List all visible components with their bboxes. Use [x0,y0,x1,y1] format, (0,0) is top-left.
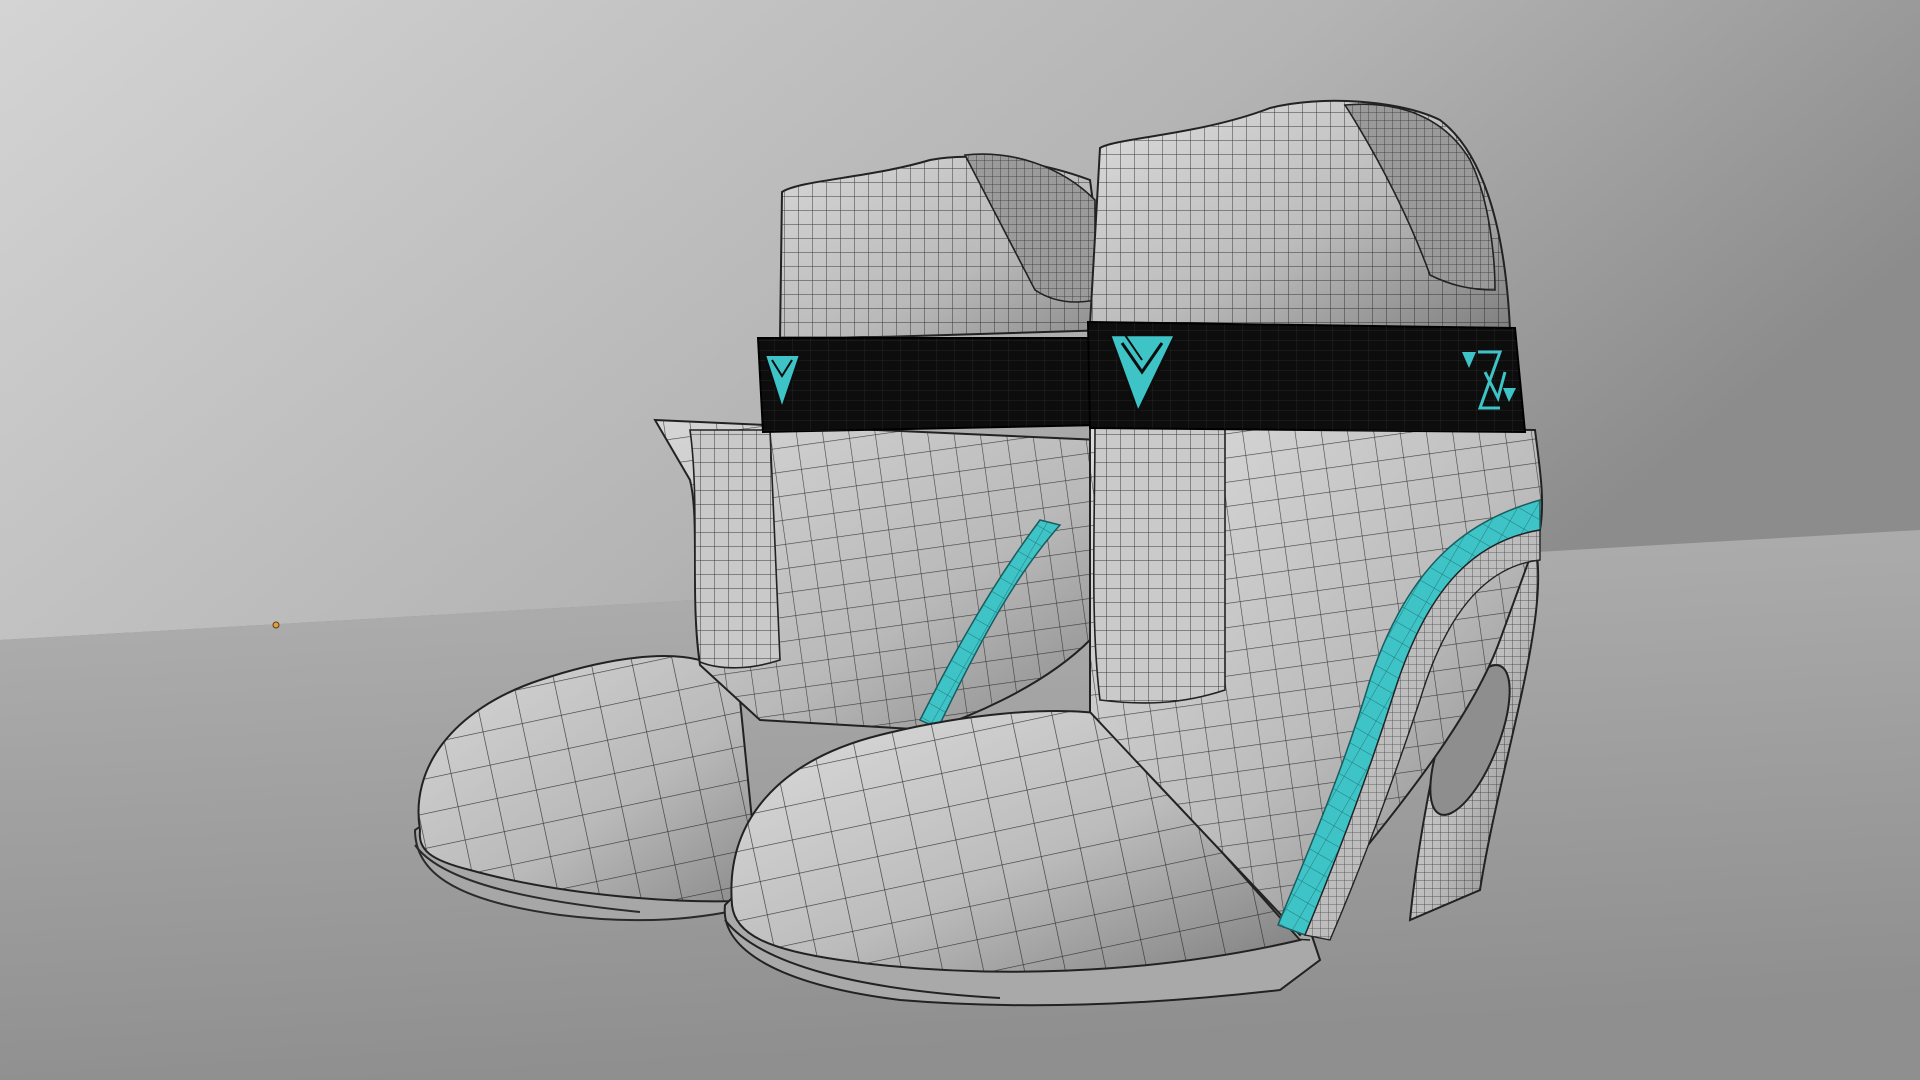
3d-viewport[interactable] [0,0,1920,1080]
viewport-scene[interactable] [0,0,1920,1080]
origin-marker[interactable] [272,621,280,629]
